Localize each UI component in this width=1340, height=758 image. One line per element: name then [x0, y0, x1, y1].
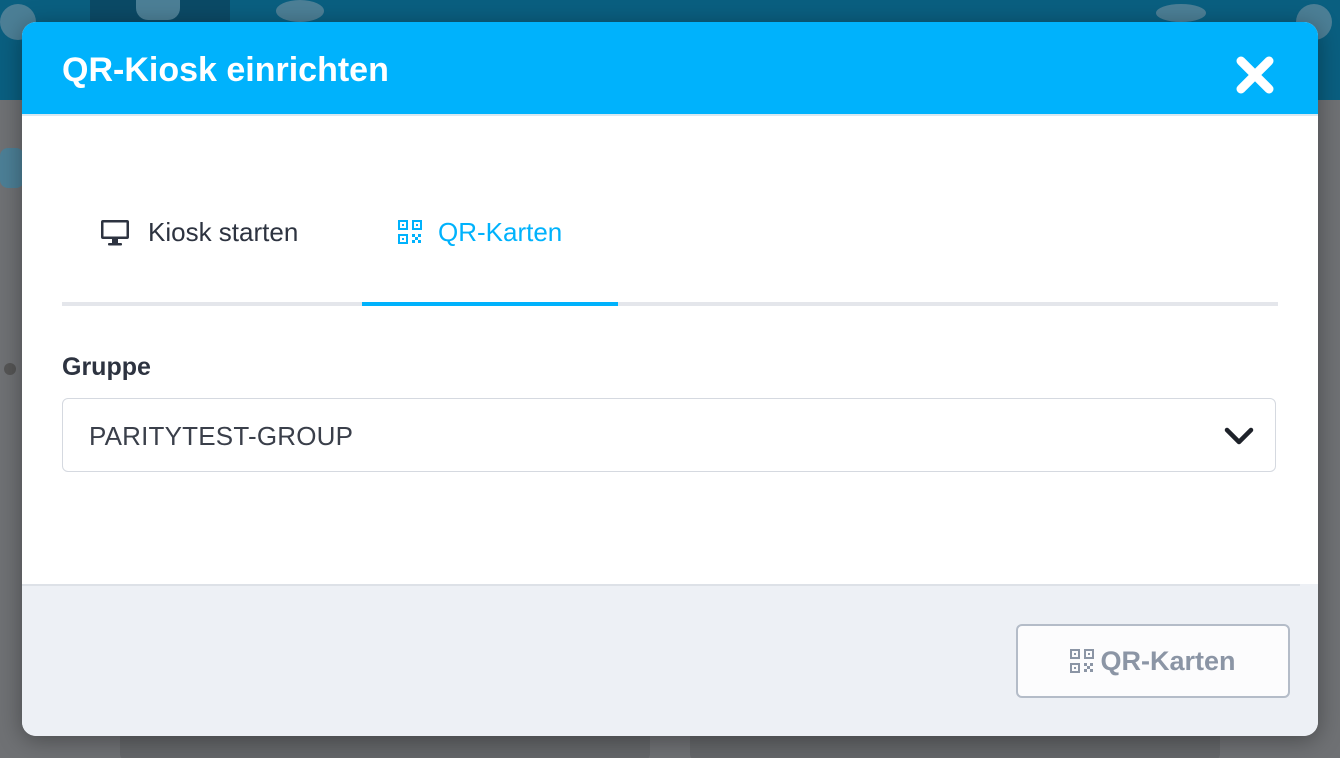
modal-header: QR-Kiosk einrichten: [22, 22, 1318, 114]
chevron-down-icon: [1224, 427, 1254, 445]
header-divider: [22, 114, 1318, 116]
modal-footer: QR-Karten: [22, 584, 1318, 736]
qr-code-icon: [1070, 649, 1095, 673]
close-button[interactable]: [1232, 52, 1278, 98]
qr-code-icon: [398, 220, 422, 244]
close-icon: [1236, 56, 1274, 94]
tab-qr-karten-label: QR-Karten: [438, 216, 563, 247]
background-clipboard-icon: [136, 0, 180, 20]
background-dot: [4, 363, 16, 375]
group-field-label: Gruppe: [62, 353, 151, 381]
monitor-icon: [101, 220, 129, 246]
background-person-icon: [0, 148, 24, 188]
background-cloud-icon: [1156, 4, 1206, 22]
modal-title: QR-Kiosk einrichten: [62, 51, 389, 89]
group-select-value: PARITYTEST-GROUP: [89, 421, 354, 451]
group-select[interactable]: PARITYTEST-GROUP: [62, 398, 1276, 472]
qr-karten-button-label: QR-Karten: [1100, 645, 1236, 676]
background-users-icon: [276, 0, 324, 22]
qr-kiosk-modal: QR-Kiosk einrichten Kiosk starten QR-Kar…: [22, 22, 1318, 736]
tab-kiosk-starten-label: Kiosk starten: [148, 216, 299, 247]
footer-divider: [22, 584, 1300, 586]
tab-bar-rule: [62, 302, 1278, 306]
tab-qr-karten[interactable]: QR-Karten: [398, 210, 562, 254]
tab-bar: Kiosk starten QR-Karten: [62, 210, 1278, 310]
qr-karten-button[interactable]: QR-Karten: [1016, 624, 1290, 698]
active-tab-indicator: [362, 302, 618, 306]
tab-kiosk-starten[interactable]: Kiosk starten: [100, 210, 298, 254]
